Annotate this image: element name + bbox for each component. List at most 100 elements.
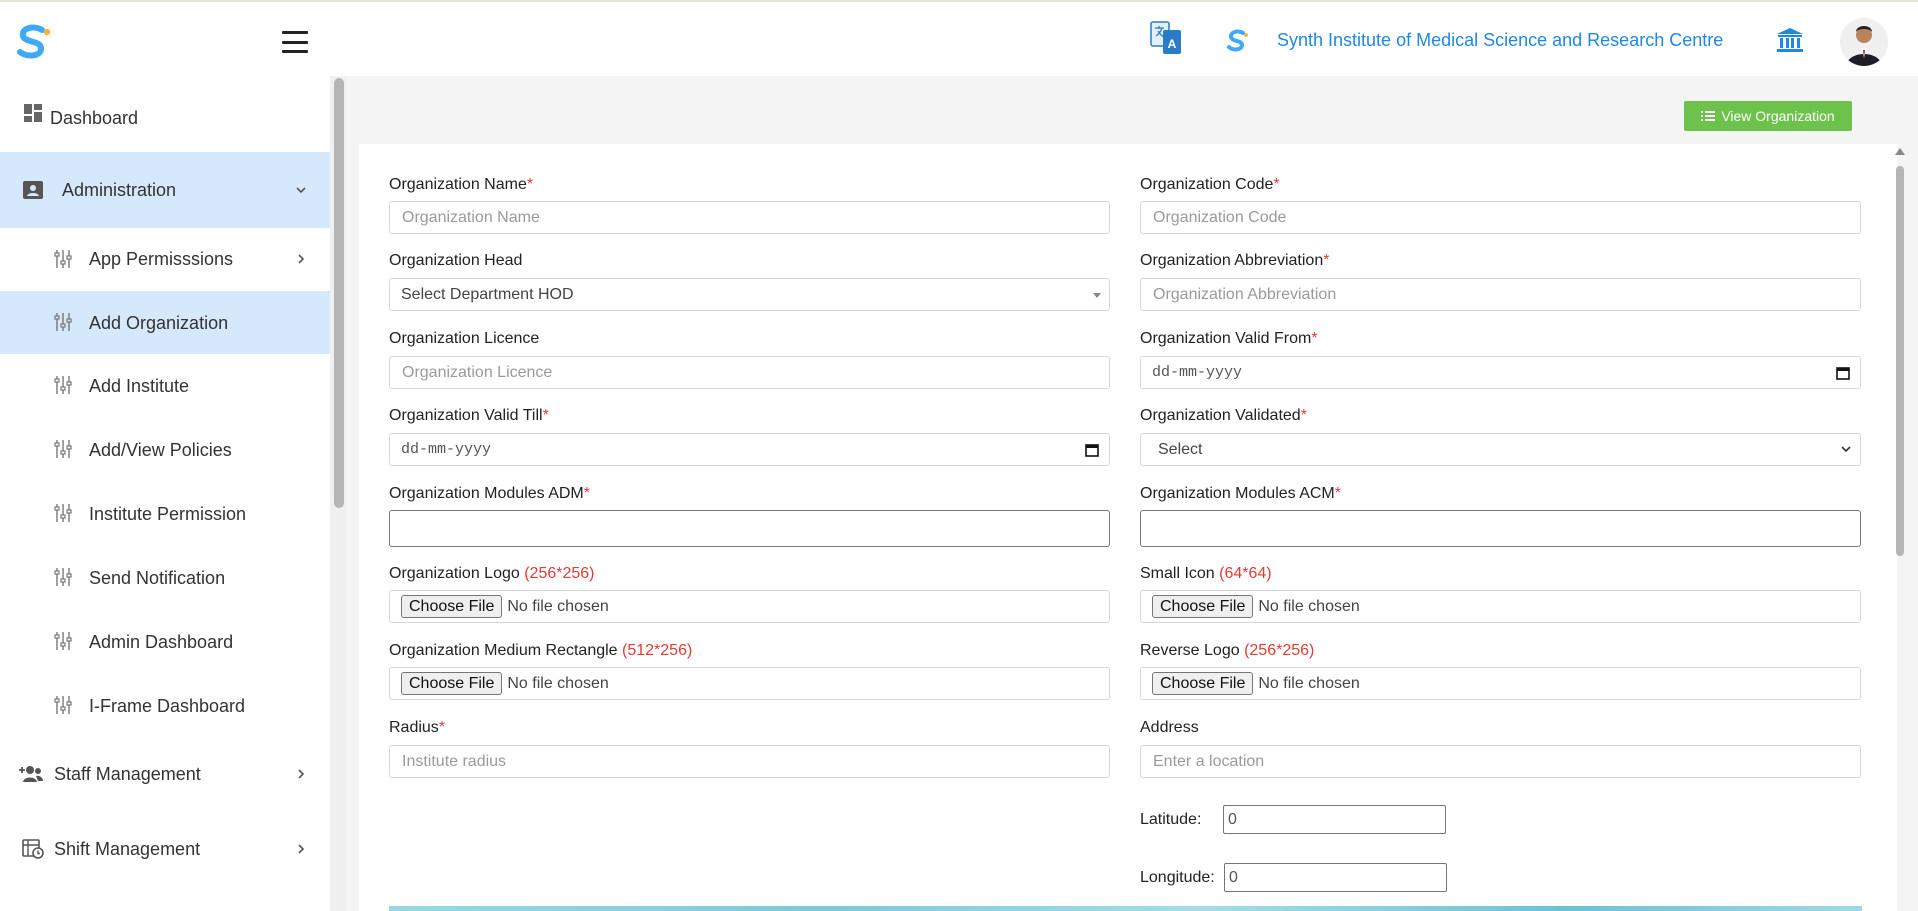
longitude-input[interactable] xyxy=(1224,863,1447,892)
map-preview[interactable] xyxy=(389,906,1862,911)
org-valid-from-value: dd-mm-yyyy xyxy=(1152,364,1243,381)
institute-logo xyxy=(1227,29,1248,52)
sidebar-item-label: Staff Management xyxy=(54,764,201,784)
address-input[interactable] xyxy=(1140,745,1861,778)
sidebar-item-label: Admin Dashboard xyxy=(89,632,234,652)
org-valid-from-date[interactable]: dd-mm-yyyy xyxy=(1140,356,1861,389)
modules-acm-input[interactable] xyxy=(1140,510,1861,547)
org-logo-file-status: No file chosen xyxy=(507,597,609,615)
org-valid-from-label: Organization Valid From* xyxy=(1140,330,1318,347)
institute-name[interactable]: Synth Institute of Medical Science and R… xyxy=(1277,30,1723,51)
sidebar-item-add-organization[interactable]: Add Organization xyxy=(0,291,330,354)
sidebar-item-institute-permission[interactable]: Institute Permission xyxy=(0,482,330,546)
small-icon-choose-file-button[interactable]: Choose File xyxy=(1152,595,1254,618)
form-scrollbar-thumb[interactable] xyxy=(1896,166,1904,556)
org-logo-label: Organization Logo (256*256) xyxy=(389,565,595,582)
calendar-icon[interactable] xyxy=(1085,443,1099,457)
id-card-icon xyxy=(22,179,44,201)
sidebar-item-label: App Permisssions xyxy=(89,249,234,269)
sliders-icon xyxy=(52,374,74,396)
small-icon-file-input[interactable]: Choose File No file chosen xyxy=(1140,590,1861,623)
top-header: A Synth Institute of Medical Science and… xyxy=(0,2,1918,76)
org-licence-label: Organization Licence xyxy=(389,330,540,347)
reverse-logo-file-input[interactable]: Choose File No file chosen xyxy=(1140,667,1861,700)
sidebar-item-dashboard[interactable]: Dashboard xyxy=(0,76,330,128)
address-label: Address xyxy=(1140,719,1199,736)
medium-rect-file-status: No file chosen xyxy=(507,674,609,692)
sliders-icon xyxy=(52,694,74,716)
sidebar-item-shift-management[interactable]: Shift Management xyxy=(0,812,330,888)
org-code-label: Organization Code* xyxy=(1140,176,1280,193)
latitude-input[interactable] xyxy=(1223,805,1446,834)
calendar-icon[interactable] xyxy=(1836,366,1850,380)
latitude-label: Latitude: xyxy=(1140,811,1202,828)
sidebar-item-add-institute[interactable]: Add Institute xyxy=(0,354,330,418)
modules-adm-input[interactable] xyxy=(389,510,1110,547)
sidebar-item-app-permissions[interactable]: App Permisssions xyxy=(0,228,330,290)
org-valid-till-date[interactable]: dd-mm-yyyy xyxy=(389,433,1110,466)
org-name-input[interactable] xyxy=(389,201,1110,234)
chevron-down-icon xyxy=(1841,446,1851,453)
medium-rect-file-input[interactable]: Choose File No file chosen xyxy=(389,667,1110,700)
sidebar-item-staff-management[interactable]: Staff Management xyxy=(0,738,330,812)
sidebar-item-label: Administration xyxy=(62,180,177,200)
institution-bank-icon[interactable] xyxy=(1776,27,1804,53)
sidebar-item-label: Dashboard xyxy=(50,108,139,128)
org-abbr-input[interactable] xyxy=(1140,278,1861,311)
app-logo[interactable] xyxy=(14,22,54,62)
list-icon xyxy=(1701,111,1716,121)
hamburger-menu-icon[interactable] xyxy=(282,31,308,53)
org-head-label: Organization Head xyxy=(389,252,523,269)
user-avatar[interactable] xyxy=(1840,18,1888,66)
sidebar-item-label: Shift Management xyxy=(54,839,201,859)
sidebar: Dashboard Administration App Permisssion… xyxy=(0,76,330,911)
org-name-label: Organization Name* xyxy=(389,176,534,193)
translate-icon[interactable]: A xyxy=(1150,20,1182,56)
org-logo-file-input[interactable]: Choose File No file chosen xyxy=(389,590,1110,623)
sidebar-item-label: I-Frame Dashboard xyxy=(89,696,246,716)
scroll-up-arrow-icon[interactable] xyxy=(1895,148,1905,155)
org-abbr-label: Organization Abbreviation* xyxy=(1140,252,1330,269)
sidebar-item-label: Send Notification xyxy=(89,568,226,588)
dashboard-icon xyxy=(22,103,44,123)
sidebar-item-policies[interactable]: Add/View Policies xyxy=(0,418,330,482)
small-icon-file-status: No file chosen xyxy=(1258,597,1360,615)
sidebar-item-admin-dashboard[interactable]: Admin Dashboard xyxy=(0,610,330,674)
sidebar-item-iframe-dashboard[interactable]: I-Frame Dashboard xyxy=(0,674,330,738)
sidebar-item-label: Add Institute xyxy=(89,376,190,396)
medium-rect-choose-file-button[interactable]: Choose File xyxy=(401,672,503,695)
view-organization-button[interactable]: View Organization xyxy=(1684,101,1852,131)
org-head-value: Select Department HOD xyxy=(401,285,574,303)
org-validated-value: Select xyxy=(1158,440,1203,458)
reverse-logo-file-status: No file chosen xyxy=(1258,674,1360,692)
sliders-icon xyxy=(52,248,74,270)
medium-rect-label: Organization Medium Rectangle (512*256) xyxy=(389,642,693,659)
svg-text:A: A xyxy=(1168,37,1177,51)
sliders-icon xyxy=(52,630,74,652)
radius-input[interactable] xyxy=(389,745,1110,778)
sidebar-item-send-notification[interactable]: Send Notification xyxy=(0,546,330,610)
reverse-logo-choose-file-button[interactable]: Choose File xyxy=(1152,672,1254,695)
org-validated-label: Organization Validated* xyxy=(1140,407,1307,424)
chevron-right-icon xyxy=(298,254,305,264)
sidebar-scrollbar-thumb[interactable] xyxy=(334,78,344,508)
org-validated-select[interactable]: Select xyxy=(1140,433,1861,466)
modules-acm-label: Organization Modules ACM* xyxy=(1140,485,1341,502)
org-valid-till-value: dd-mm-yyyy xyxy=(401,441,492,458)
chevron-down-icon xyxy=(296,187,306,194)
caret-down-icon xyxy=(1093,293,1101,298)
sliders-icon xyxy=(52,311,74,333)
chevron-right-icon xyxy=(298,844,305,854)
user-plus-icon xyxy=(18,763,44,785)
calendar-clock-icon xyxy=(22,838,44,860)
sidebar-item-label: Institute Permission xyxy=(89,504,247,524)
org-head-select[interactable]: Select Department HOD xyxy=(389,278,1110,311)
org-logo-choose-file-button[interactable]: Choose File xyxy=(401,595,503,618)
sidebar-item-label: Add Organization xyxy=(89,313,229,333)
sidebar-item-administration[interactable]: Administration xyxy=(0,152,330,228)
org-code-input[interactable] xyxy=(1140,201,1861,234)
longitude-label: Longitude: xyxy=(1140,869,1215,886)
sliders-icon xyxy=(52,502,74,524)
org-licence-input[interactable] xyxy=(389,356,1110,389)
reverse-logo-label: Reverse Logo (256*256) xyxy=(1140,642,1315,659)
